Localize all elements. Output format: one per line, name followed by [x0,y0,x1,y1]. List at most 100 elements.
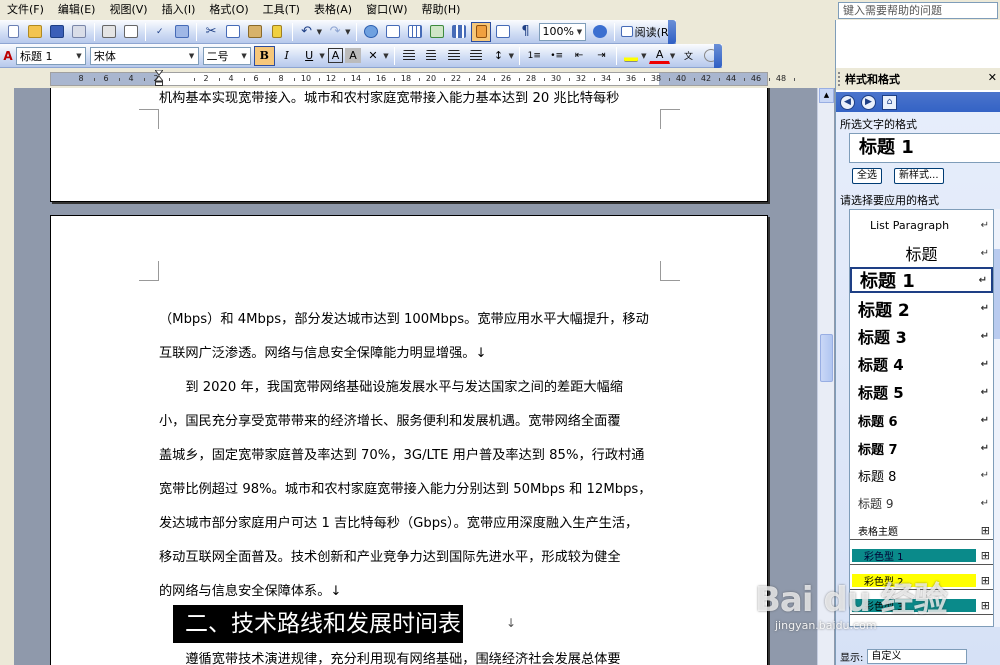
style-list-scrollbar[interactable] [994,209,1000,627]
permission-button[interactable] [69,22,89,42]
cut-button[interactable]: ✂ [201,22,221,42]
style-item-table-theme[interactable]: 表格主题 ⊞ [850,522,993,540]
research-button[interactable] [172,22,192,42]
help-search-input[interactable]: 键入需要帮助的问题 [838,2,998,19]
document-page-2[interactable]: （Mbps）和 4Mbps，部分发达城市达到 100Mbps。宽带应用水平大幅提… [50,215,768,665]
style-item-colorful-1[interactable]: 彩色型 1 ⊞ [850,547,993,565]
document-map-button[interactable] [493,22,513,42]
character-scaling-button[interactable]: ✕ [363,46,383,66]
select-all-button[interactable]: 全选 [852,168,882,184]
show-hide-button[interactable]: ¶ [515,22,535,42]
close-icon[interactable]: ✕ [988,71,997,84]
style-item-colorful-2[interactable]: 彩色型 2 ⊞ [850,572,993,590]
scroll-up-icon[interactable]: ▲ [819,88,834,103]
line-spacing-dropdown-icon[interactable]: ▼ [509,52,514,60]
toolbar-options-button[interactable] [714,44,722,68]
bullets-button[interactable]: •≡ [546,46,566,66]
toolbar-options-button[interactable] [668,20,676,44]
style-item-heading-5[interactable]: 标题 5 ↵ [850,379,993,405]
align-justify-button[interactable] [399,46,419,66]
save-button[interactable] [47,22,67,42]
undo-button[interactable]: ↶ [297,22,317,42]
style-item-heading-7[interactable]: 标题 7 ↵ [850,435,993,461]
selected-format-box[interactable]: 标题 1 [849,133,1000,163]
font-dropdown[interactable]: 宋体 ▼ [89,46,199,65]
font-color-button[interactable]: A [649,48,670,64]
indent-marker-icon[interactable] [155,70,163,86]
highlight-dropdown-icon[interactable]: ▼ [641,52,646,60]
styles-and-formatting-button[interactable]: A [3,46,13,66]
character-shading-button[interactable]: A [345,48,361,63]
style-item-title[interactable]: 标题 ↵ [850,240,993,266]
phonetic-guide-button[interactable]: 文 [678,46,698,66]
grip-icon[interactable] [838,72,842,86]
decrease-indent-button[interactable]: ⇤ [569,46,589,66]
vertical-scrollbar[interactable]: ▲ [817,88,834,665]
zoom-dropdown[interactable]: 100% ▼ [538,22,587,41]
menu-file[interactable]: 文件(F) [0,0,51,20]
font-color-dropdown-icon[interactable]: ▼ [670,52,675,60]
character-border-button[interactable]: A [327,48,344,63]
menu-edit[interactable]: 编辑(E) [51,0,103,20]
menu-format[interactable]: 格式(O) [202,0,255,20]
redo-button[interactable]: ↷ [325,22,345,42]
style-item-heading-2[interactable]: 标题 2 ↵ [850,295,993,321]
italic-button[interactable]: I [277,46,297,66]
paste-button[interactable] [245,22,265,42]
new-document-button[interactable] [3,22,23,42]
undo-dropdown-icon[interactable]: ▼ [317,28,322,36]
selected-heading[interactable]: 二、技术路线和发展时间表 [173,605,463,643]
style-item-heading-4[interactable]: 标题 4 ↵ [850,351,993,377]
menu-window[interactable]: 窗口(W) [359,0,414,20]
home-icon[interactable]: ⌂ [882,94,897,110]
menu-table[interactable]: 表格(A) [307,0,359,20]
distributed-button[interactable] [466,46,486,66]
forward-icon[interactable]: ▶ [861,94,876,110]
document-page-1[interactable]: 机构基本实现宽带接入。城市和农村家庭宽带接入能力基本达到 20 兆比特每秒 [50,88,768,202]
style-item-heading-9[interactable]: 标题 9 ↵ [850,490,993,516]
redo-dropdown-icon[interactable]: ▼ [345,28,350,36]
style-dropdown[interactable]: 标题 1 ▼ [16,46,86,65]
back-icon[interactable]: ◀ [840,94,855,110]
print-preview-button[interactable] [121,22,141,42]
help-button[interactable] [589,22,609,42]
show-dropdown[interactable]: 自定义 [867,649,968,664]
bold-button[interactable]: B [254,45,275,66]
read-mode-button[interactable]: 阅读(R) [620,24,673,40]
menu-view[interactable]: 视图(V) [102,0,154,20]
style-item-heading-3[interactable]: 标题 3 ↵ [850,323,993,349]
hyperlink-button[interactable] [361,22,381,42]
insert-excel-button[interactable] [427,22,447,42]
style-item-list-paragraph[interactable]: List Paragraph ↵ [850,212,993,238]
format-painter-button[interactable] [267,22,287,42]
align-right-button[interactable] [443,46,463,66]
font-size-dropdown[interactable]: 二号 ▼ [202,46,252,65]
underline-button[interactable]: U [299,46,319,66]
menu-insert[interactable]: 插入(I) [155,0,203,20]
highlight-button[interactable] [621,46,641,66]
drawing-button[interactable] [471,21,492,42]
scroll-thumb[interactable] [820,334,833,382]
open-button[interactable] [25,22,45,42]
new-style-button[interactable]: 新样式... [894,168,944,184]
align-center-button[interactable] [421,46,441,66]
document-area: 机构基本实现宽带接入。城市和农村家庭宽带接入能力基本达到 20 兆比特每秒 （M… [0,88,835,665]
copy-button[interactable] [223,22,243,42]
insert-table-button[interactable] [405,22,425,42]
style-item-colorful-3[interactable]: 彩色型 3 ⊞ [850,597,993,615]
print-button[interactable] [99,22,119,42]
line-spacing-button[interactable]: ↕ [488,46,508,66]
underline-dropdown-icon[interactable]: ▼ [319,52,324,60]
columns-button[interactable] [449,22,469,42]
style-item-heading-8[interactable]: 标题 8 ↵ [850,462,993,488]
numbering-button[interactable]: 1≡ [524,46,544,66]
style-item-heading-6[interactable]: 标题 6 ↵ [850,407,993,433]
scaling-dropdown-icon[interactable]: ▼ [383,52,388,60]
increase-indent-button[interactable]: ⇥ [591,46,611,66]
menu-tools[interactable]: 工具(T) [256,0,307,20]
tables-borders-button[interactable] [383,22,403,42]
scroll-thumb[interactable] [994,249,1000,339]
spelling-button[interactable]: ✓ [150,22,170,42]
style-item-heading-1[interactable]: 标题 1 ↵ [850,267,993,293]
menu-help[interactable]: 帮助(H) [415,0,468,20]
